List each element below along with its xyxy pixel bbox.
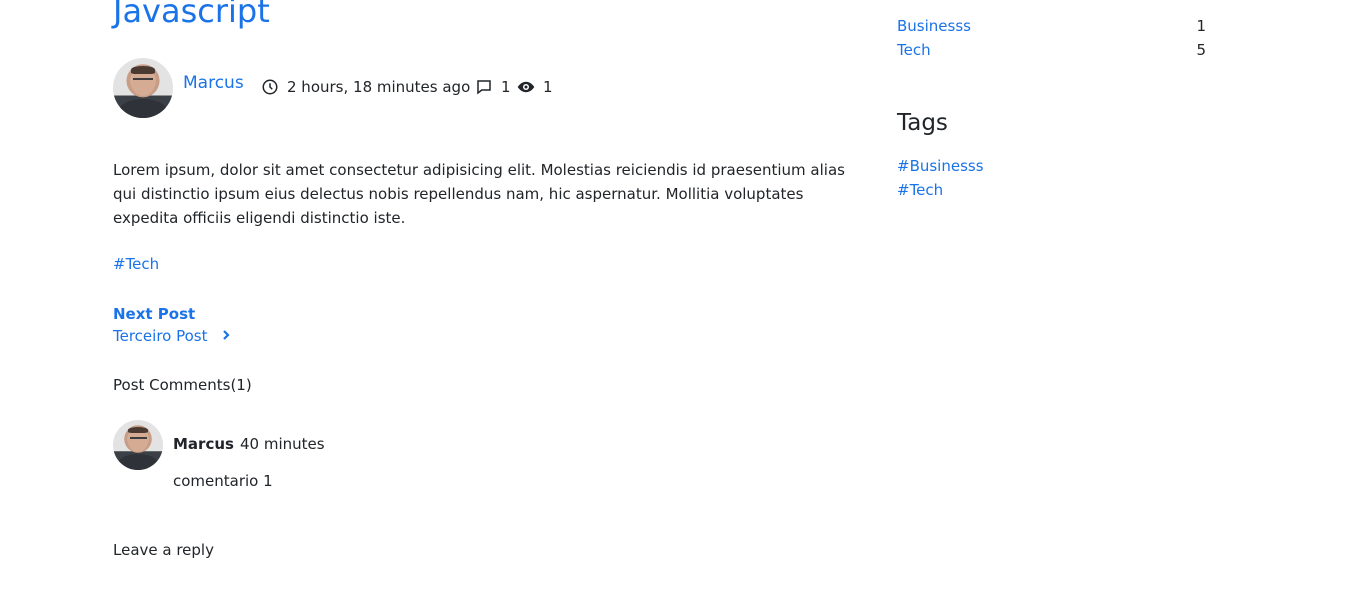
comment-count-text: 1 bbox=[501, 78, 511, 96]
comment-icon bbox=[475, 78, 493, 96]
post-title: Javascript bbox=[113, 0, 270, 30]
author-avatar[interactable] bbox=[113, 58, 173, 118]
eye-icon bbox=[517, 78, 535, 96]
comment-body: comentario 1 bbox=[173, 472, 273, 490]
clock-icon bbox=[261, 78, 279, 96]
category-link[interactable]: Businesss bbox=[897, 17, 971, 35]
post-view-count: 1 bbox=[517, 78, 553, 96]
post-tag-link[interactable]: #Tech bbox=[113, 255, 159, 273]
category-row[interactable]: Tech 5 bbox=[897, 41, 1206, 59]
tags-heading: Tags bbox=[897, 110, 948, 136]
sidebar-tag-link[interactable]: #Tech bbox=[897, 181, 943, 199]
comment-time: 40 minutes bbox=[240, 435, 325, 453]
post-excerpt: Lorem ipsum, dolor sit amet consectetur … bbox=[113, 161, 845, 227]
chevron-right-icon bbox=[220, 327, 232, 340]
next-post-link[interactable]: Next Post Terceiro Post bbox=[113, 303, 232, 347]
comment-author: Marcus bbox=[173, 435, 234, 453]
comment-avatar bbox=[113, 420, 163, 470]
post-comment-count[interactable]: 1 bbox=[475, 78, 511, 96]
next-post-label: Next Post bbox=[113, 305, 196, 323]
sidebar-tag-link[interactable]: #Businesss bbox=[897, 157, 984, 175]
post-time: 2 hours, 18 minutes ago bbox=[261, 78, 470, 96]
view-count-text: 1 bbox=[543, 78, 553, 96]
comments-heading: Post Comments(1) bbox=[113, 376, 252, 394]
category-link[interactable]: Tech bbox=[897, 41, 931, 59]
category-count: 1 bbox=[1196, 17, 1206, 35]
category-row[interactable]: Businesss 1 bbox=[897, 17, 1206, 35]
comment-item: Marcus 40 minutes comentario 1 bbox=[113, 419, 513, 499]
author-link[interactable]: Marcus bbox=[183, 73, 244, 93]
post-time-text: 2 hours, 18 minutes ago bbox=[287, 78, 471, 96]
next-post-title: Terceiro Post bbox=[113, 327, 208, 345]
post-meta: Marcus 2 hours, 18 minutes ago 1 1 bbox=[113, 58, 813, 118]
reply-heading: Leave a reply bbox=[113, 541, 214, 559]
category-count: 5 bbox=[1196, 41, 1206, 59]
